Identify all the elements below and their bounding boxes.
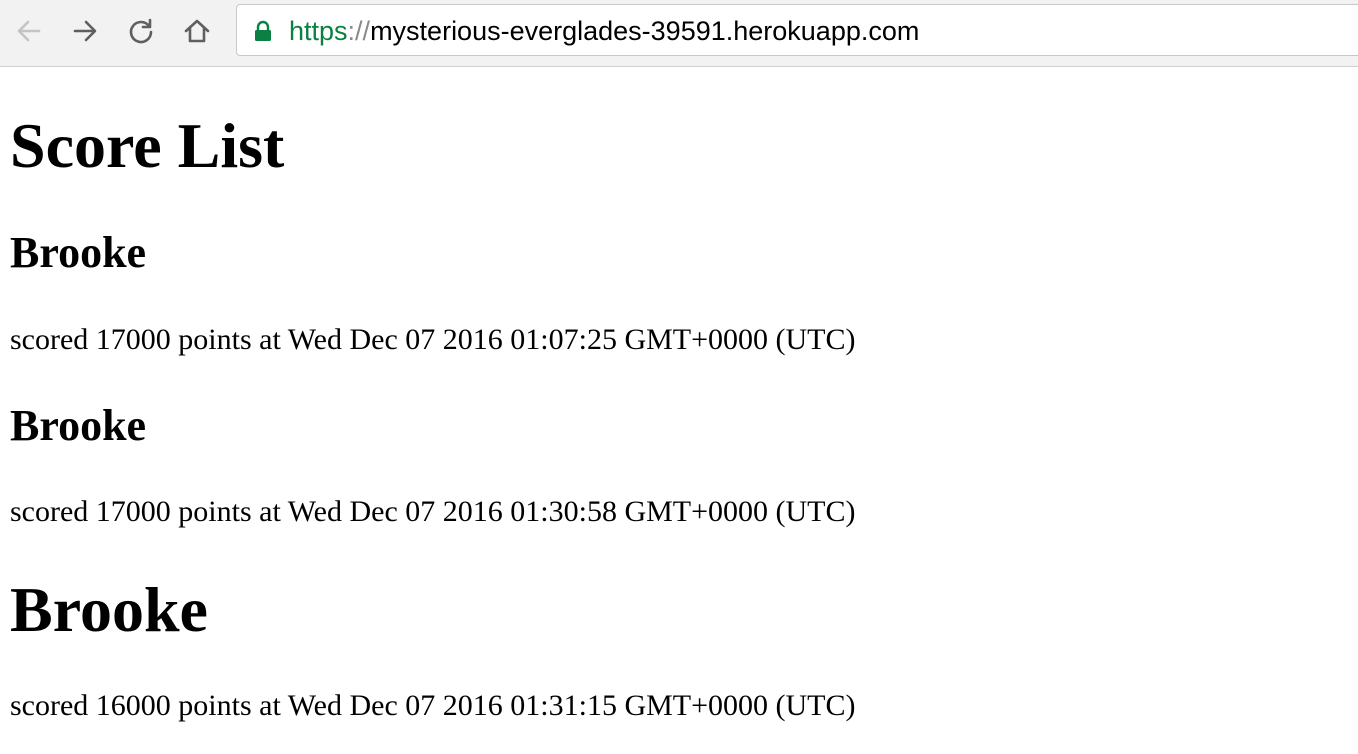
reload-icon [127,17,155,45]
home-button[interactable] [180,14,214,48]
score-entry-name: Brooke [10,228,147,277]
back-button[interactable] [12,14,46,48]
score-entry-text: scored 16000 points at Wed Dec 07 2016 0… [10,689,856,722]
browser-toolbar: https://mysterious-everglades-39591.hero… [0,0,1358,67]
url-scheme: https [289,16,348,46]
url-host: mysterious-everglades-39591.herokuapp.co… [370,16,920,46]
address-bar[interactable]: https://mysterious-everglades-39591.hero… [236,4,1358,56]
back-arrow-icon [15,17,43,45]
forward-button[interactable] [68,14,102,48]
forward-arrow-icon [71,17,99,45]
score-entry-name: Brooke [10,574,208,645]
reload-button[interactable] [124,14,158,48]
score-entry-text: scored 17000 points at Wed Dec 07 2016 0… [10,495,856,528]
home-icon [183,17,211,45]
score-entry-text: scored 17000 points at Wed Dec 07 2016 0… [10,323,856,356]
page-content: Score List Brooke scored 17000 points at… [0,67,1358,754]
lock-icon [253,20,273,42]
url-separator: :// [347,16,371,46]
page-title: Score List [10,110,285,181]
url-text[interactable]: https://mysterious-everglades-39591.hero… [289,16,919,46]
score-entry-name: Brooke [10,401,147,450]
